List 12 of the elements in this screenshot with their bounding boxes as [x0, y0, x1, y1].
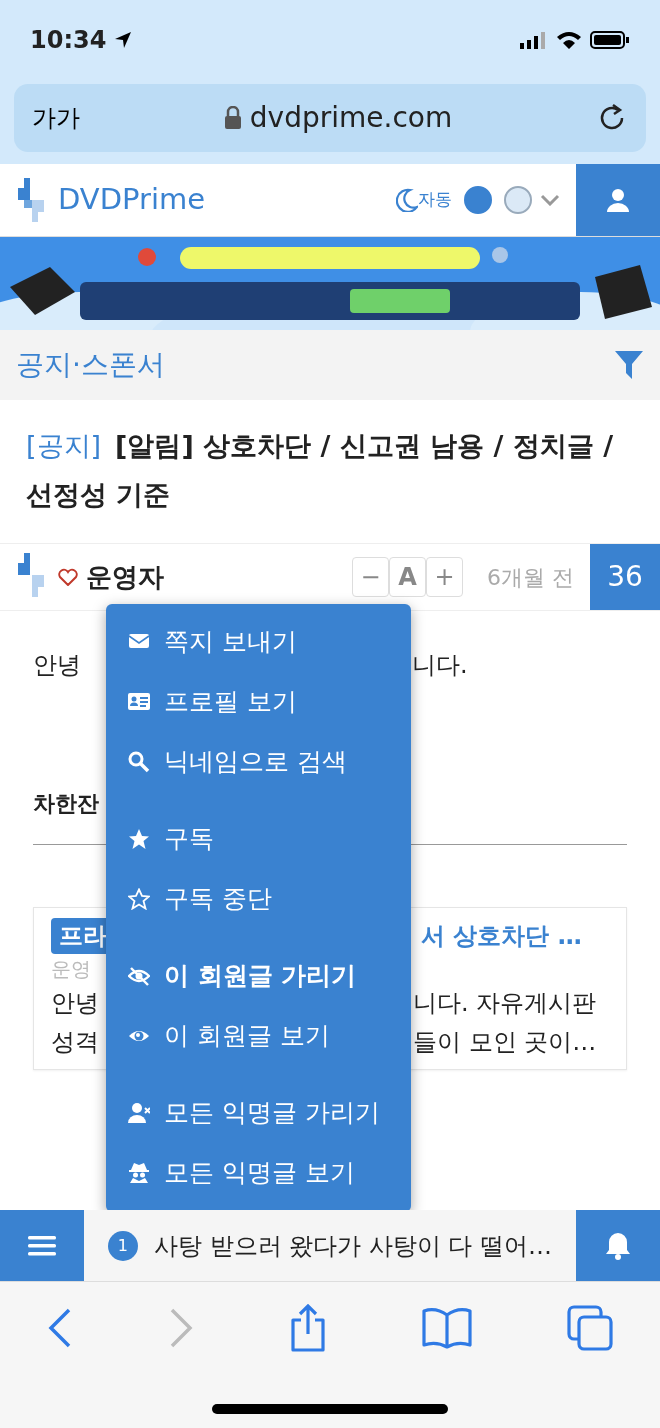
clock-time: 10:34 [30, 25, 107, 56]
section-heading: 차한잔 [33, 790, 100, 819]
card-excerpt: 니다. 자유게시판 [413, 988, 597, 1020]
card-excerpt: 성격 [51, 1026, 100, 1058]
body-text: 니다. [412, 650, 468, 682]
post-title: [공지] [알림] 상호차단 / 신고권 남용 / 정치글 / 선정성 기준 [25, 429, 615, 512]
card-excerpt: 들이 모인 곳이… [413, 1026, 597, 1058]
card-author: 운영 [51, 956, 92, 984]
notice-count: 1 [107, 1230, 138, 1261]
body-text: 안녕 [33, 650, 82, 682]
post-time: 6개월 전 [487, 563, 574, 592]
card-excerpt: 안녕 [51, 988, 100, 1020]
